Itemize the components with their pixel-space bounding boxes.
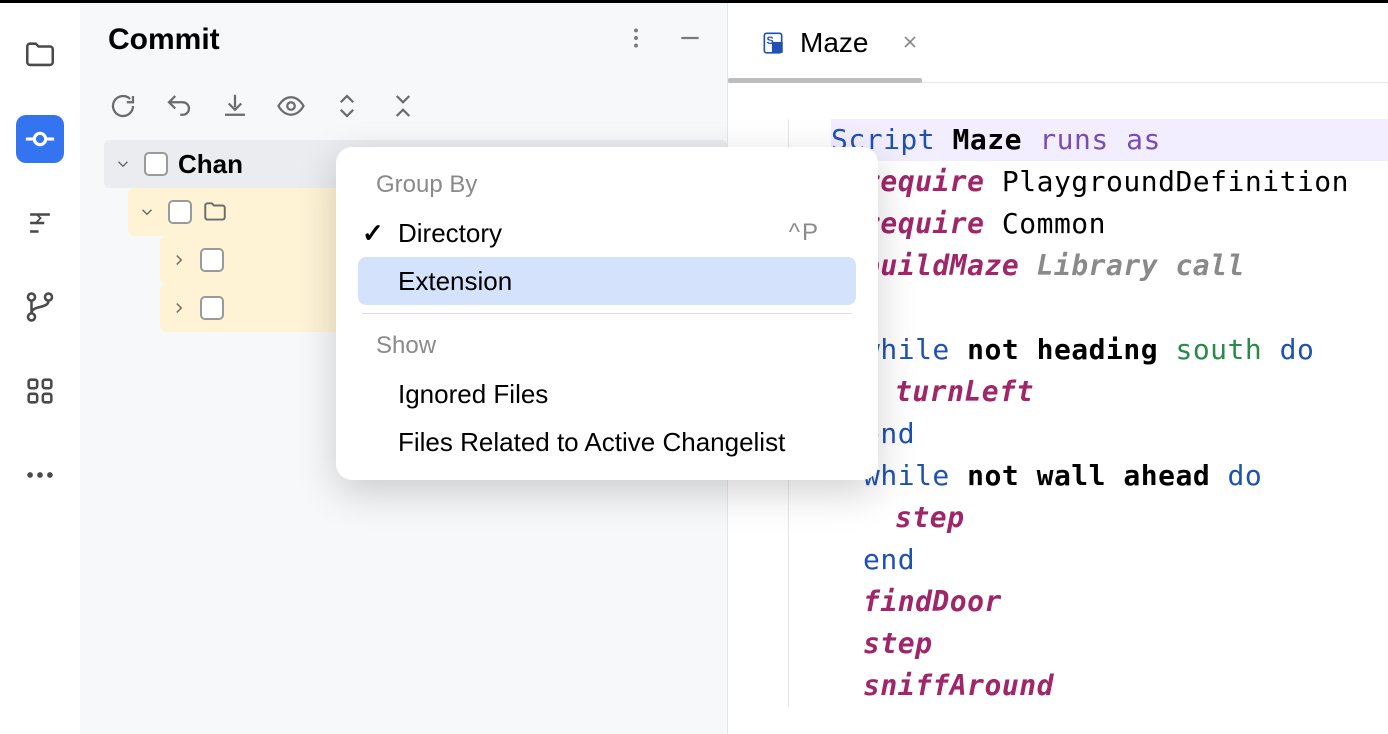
folder-checkbox[interactable] [168, 200, 192, 224]
menu-item-label: Ignored Files [398, 379, 548, 410]
expand-all-icon[interactable] [332, 91, 362, 126]
item-checkbox[interactable] [200, 248, 224, 272]
rollback-icon[interactable] [164, 91, 194, 126]
svg-text:S: S [767, 35, 774, 47]
commit-title: Commit [108, 23, 220, 57]
item-checkbox[interactable] [200, 296, 224, 320]
tab-underline [728, 78, 922, 83]
tab-maze[interactable]: S Maze [760, 27, 920, 59]
menu-item-directory[interactable]: ✓ Directory ^P [358, 209, 856, 257]
collapse-all-icon[interactable] [388, 91, 418, 126]
popup-heading-groupby: Group By [336, 161, 878, 209]
minimize-icon[interactable] [677, 25, 703, 56]
chevron-right-icon[interactable] [168, 297, 190, 319]
menu-item-label: Extension [398, 266, 512, 297]
changelist-label: Chan [178, 149, 243, 180]
popup-heading-show: Show [336, 322, 878, 370]
more-icon[interactable] [16, 451, 64, 499]
shelve-icon[interactable] [220, 91, 250, 126]
check-icon: ✓ [362, 218, 384, 249]
tab-label: Maze [800, 27, 868, 59]
commit-panel: Commit Chan [80, 3, 728, 734]
menu-item-label: Files Related to Active Changelist [398, 427, 785, 458]
commit-icon[interactable] [16, 115, 64, 163]
services-icon[interactable] [16, 367, 64, 415]
options-icon[interactable] [623, 25, 649, 56]
chevron-right-icon[interactable] [168, 249, 190, 271]
menu-item-related-files[interactable]: Files Related to Active Changelist [358, 418, 856, 466]
folder-icon [202, 199, 228, 225]
script-file-icon: S [760, 30, 786, 56]
menu-item-ignored-files[interactable]: Ignored Files [358, 370, 856, 418]
close-icon[interactable] [900, 27, 920, 59]
menu-item-extension[interactable]: Extension [358, 257, 856, 305]
left-rail [0, 3, 80, 734]
menu-item-shortcut: ^P [789, 219, 820, 247]
project-icon[interactable] [16, 31, 64, 79]
structure-icon[interactable] [16, 199, 64, 247]
git-branches-icon[interactable] [16, 283, 64, 331]
commit-toolbar [80, 77, 727, 140]
changelist-checkbox[interactable] [144, 152, 168, 176]
refresh-icon[interactable] [108, 91, 138, 126]
diff-preview-icon[interactable] [276, 91, 306, 126]
chevron-down-icon[interactable] [112, 153, 134, 175]
tab-bar: S Maze [728, 3, 1388, 83]
commit-header: Commit [80, 3, 727, 77]
popup-divider [362, 313, 852, 314]
view-options-popup: Group By ✓ Directory ^P Extension Show I… [336, 147, 878, 480]
chevron-down-icon[interactable] [136, 201, 158, 223]
menu-item-label: Directory [398, 218, 502, 249]
